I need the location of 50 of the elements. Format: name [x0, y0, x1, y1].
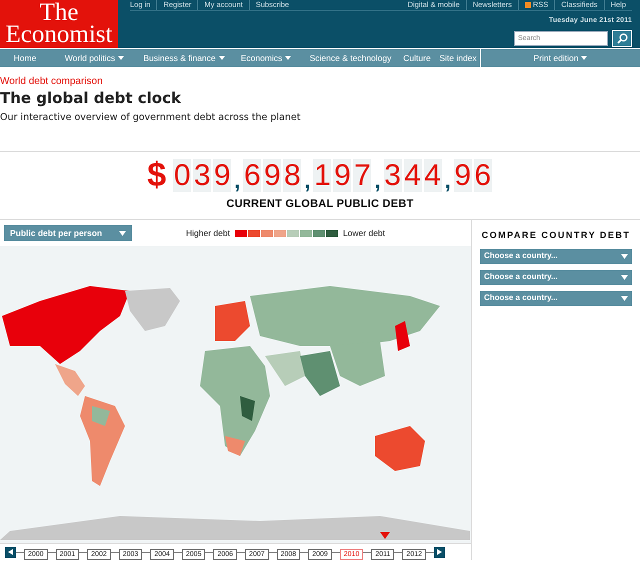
previous-button[interactable]: [5, 546, 16, 558]
page-title: The global debt clock: [0, 88, 182, 108]
nav-item[interactable]: Home: [0, 49, 50, 67]
caret-icon: [621, 274, 628, 280]
counter-digit: 7: [353, 159, 372, 192]
next-button[interactable]: [434, 546, 445, 558]
caret-icon: [621, 296, 628, 301]
counter-digit: 0: [173, 159, 192, 192]
digit-separator: ,: [234, 170, 240, 192]
counter-digit: 9: [213, 159, 232, 192]
nav-item[interactable]: World politics: [50, 49, 139, 67]
counter-digit: 6: [474, 159, 492, 192]
counter-digit: 3: [384, 159, 402, 192]
nav-item[interactable]: Site index: [436, 49, 480, 67]
digit-separator: ,: [444, 170, 451, 192]
legend-label: Lower debt: [342, 226, 386, 240]
counter-caption: CURRENT GLOBAL PUBLIC DEBT: [226, 197, 414, 212]
digit-separator: ,: [374, 170, 381, 192]
legend-label: Higher debt: [186, 226, 230, 240]
subtitle-text: Our interactive overview of government debt across the planet: [0, 111, 302, 125]
nav-item[interactable]: Culture: [398, 49, 436, 67]
measure-dropdown[interactable]: Public debt per person: [4, 225, 132, 242]
digit-separator: ,: [304, 170, 310, 192]
counter-digit: 1: [313, 159, 332, 192]
country-dropdown[interactable]: Choose a country...: [480, 248, 632, 264]
search-icon: [616, 32, 628, 44]
country-dropdown[interactable]: Choose a country...: [480, 270, 632, 285]
logo[interactable]: The Economist: [0, 0, 118, 48]
caret-icon: [621, 254, 628, 259]
nav-item[interactable]: Business & finance: [139, 49, 229, 67]
rss-icon: [524, 2, 531, 8]
nav-item[interactable]: Science & technology: [303, 49, 398, 67]
country-dropdown[interactable]: Choose a country...: [480, 290, 632, 306]
kicker-text: World debt comparison: [0, 75, 104, 88]
search-button[interactable]: [612, 30, 632, 46]
compare-title: COMPARE COUNTRY DEBT: [480, 229, 632, 242]
counter-digit: 9: [333, 159, 352, 192]
nav-item[interactable]: Economics: [229, 49, 303, 67]
counter-digit: 8: [283, 159, 302, 192]
left-arrow-icon: [8, 549, 13, 556]
counter-digit: 9: [263, 159, 282, 192]
counter-digit: 9: [454, 159, 472, 192]
caret-icon: [119, 230, 126, 236]
nav-item[interactable]: Print edition: [480, 49, 640, 67]
counter-digit: 6: [243, 159, 262, 192]
counter-digit: 3: [193, 159, 212, 192]
counter-digit: 4: [424, 159, 442, 192]
right-arrow-icon: [437, 549, 442, 556]
currency-sign: $: [147, 158, 166, 192]
counter-digit: 4: [404, 159, 422, 192]
